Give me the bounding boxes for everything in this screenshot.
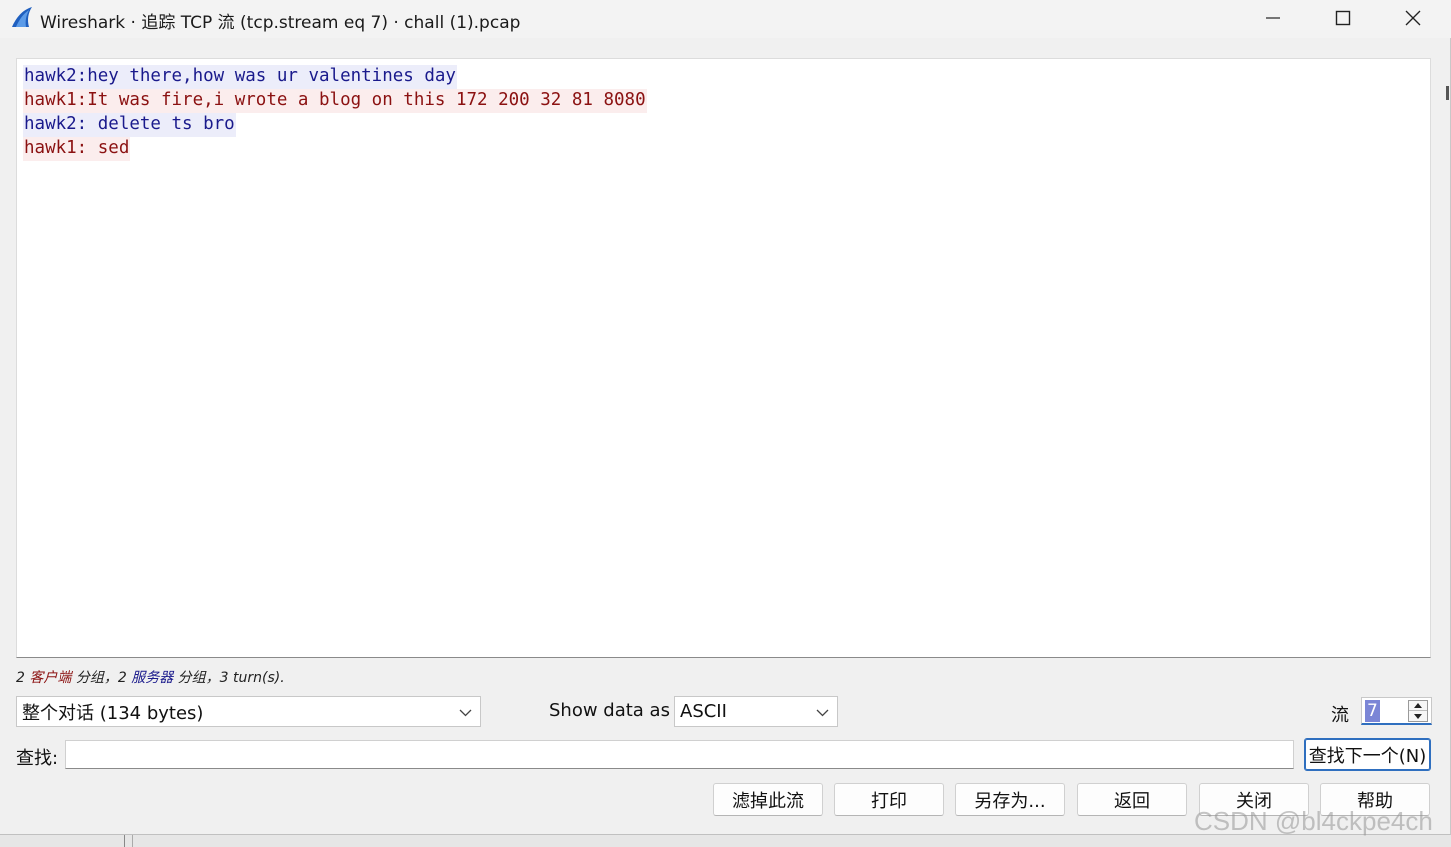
stream-content-pane[interactable]: hawk2:hey there,how was ur valentines da… xyxy=(16,58,1431,658)
stream-line-client: hawk2: delete ts bro xyxy=(23,112,1424,137)
conversation-select[interactable]: 整个对话 (134 bytes) xyxy=(16,696,481,727)
minimize-icon xyxy=(1266,17,1280,19)
client-word: 客户端 xyxy=(29,670,72,686)
close-icon xyxy=(1405,10,1421,26)
back-button[interactable]: 返回 xyxy=(1077,783,1187,816)
filter-out-stream-button[interactable]: 滤掉此流 xyxy=(713,783,823,816)
print-button[interactable]: 打印 xyxy=(834,783,944,816)
stream-line-server: hawk1: sed xyxy=(23,136,1424,161)
stream-line-server: hawk1:It was fire,i wrote a blog on this… xyxy=(23,88,1424,113)
window-edge-mark xyxy=(1446,86,1449,100)
find-label: 查找: xyxy=(16,748,59,769)
save-as-button[interactable]: 另存为... xyxy=(955,783,1065,816)
window-title: Wireshark · 追踪 TCP 流 (tcp.stream eq 7) ·… xyxy=(40,13,521,33)
spin-buttons xyxy=(1408,700,1428,722)
triangle-up-icon xyxy=(1414,703,1422,708)
server-word: 服务器 xyxy=(131,670,174,686)
spin-up-button[interactable] xyxy=(1409,701,1427,711)
wireshark-fin-icon xyxy=(10,6,34,28)
find-next-button[interactable]: 查找下一个(N) xyxy=(1304,738,1431,771)
spin-down-button[interactable] xyxy=(1409,711,1427,721)
watermark: CSDN @bl4ckpe4ch xyxy=(1194,806,1433,836)
chevron-down-icon xyxy=(816,709,829,717)
stream-number-label: 流 xyxy=(1331,705,1349,726)
chevron-down-icon xyxy=(459,709,472,717)
triangle-down-icon xyxy=(1414,713,1422,719)
data-format-value: ASCII xyxy=(680,701,727,722)
close-window-button[interactable] xyxy=(1378,0,1448,36)
data-format-select[interactable]: ASCII xyxy=(674,696,838,727)
show-data-as-label: Show data as xyxy=(549,700,670,721)
conversation-select-value: 整个对话 (134 bytes) xyxy=(22,702,204,724)
title-bar: Wireshark · 追踪 TCP 流 (tcp.stream eq 7) ·… xyxy=(0,0,1451,38)
minimize-button[interactable] xyxy=(1238,0,1308,36)
packet-stats: 2 客户端 分组，2 服务器 分组，3 turn(s). xyxy=(16,670,285,686)
stream-number-value: 7 xyxy=(1365,700,1380,722)
divider xyxy=(132,835,133,847)
maximize-button[interactable] xyxy=(1308,0,1378,36)
divider xyxy=(124,835,125,847)
stream-line-client: hawk2:hey there,how was ur valentines da… xyxy=(23,64,1424,89)
follow-tcp-stream-window: Wireshark · 追踪 TCP 流 (tcp.stream eq 7) ·… xyxy=(0,0,1451,835)
stream-number-spinbox[interactable]: 7 xyxy=(1361,697,1432,725)
find-input[interactable] xyxy=(65,740,1294,769)
maximize-icon xyxy=(1335,10,1351,26)
